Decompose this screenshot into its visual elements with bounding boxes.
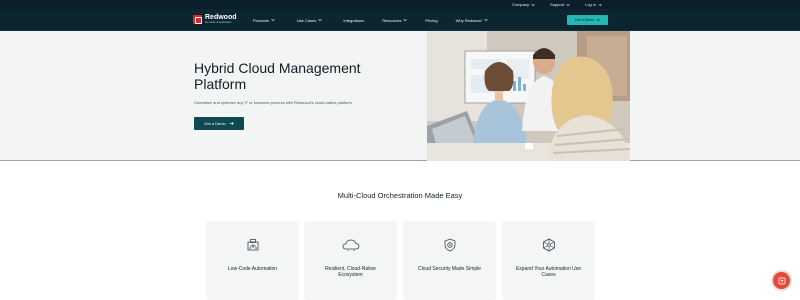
hero-button-label: Get a Demo <box>204 121 226 126</box>
feature-card-cloud-native[interactable]: Resilient, Cloud-Native Ecosystem <box>304 221 397 300</box>
nav-item-products[interactable]: Products <box>253 18 275 23</box>
logo-tagline: the future of automation <box>205 21 232 24</box>
nav-item-use-cases[interactable]: Use Cases <box>297 18 323 23</box>
company-link[interactable]: Company <box>512 2 535 7</box>
shield-icon <box>403 238 496 254</box>
card-title: Cloud Security Made Simple <box>417 266 482 272</box>
workflow-icon <box>206 238 299 254</box>
nav-item-resources[interactable]: Resources <box>382 17 408 23</box>
card-title: Low-Code Automation <box>227 266 278 272</box>
section-title: Multi-Cloud Orchestration Made Easy <box>337 191 463 200</box>
nav-item-label: Use Cases <box>296 17 317 23</box>
utility-bar: Company Support Log in <box>0 0 800 9</box>
nav-item-label: Integrations <box>343 17 365 23</box>
cloud-icon <box>304 238 397 254</box>
main-nav: Redwood the future of automation Product… <box>0 9 800 31</box>
chevron-down-icon <box>271 18 275 22</box>
feature-card-cloud-security[interactable]: Cloud Security Made Simple <box>403 221 496 300</box>
hero-get-demo-button[interactable]: Get a Demo <box>194 117 244 130</box>
nav-get-demo-button[interactable]: Get a Demo <box>567 15 608 25</box>
chevron-down-icon <box>483 18 488 22</box>
arrow-right-icon <box>596 18 600 23</box>
hero-subtitle: Centralize and optimize any IT or busine… <box>194 100 353 105</box>
hero-title: Hybrid Cloud Management Platform <box>194 60 361 92</box>
redwood-logo[interactable]: Redwood the future of automation <box>193 14 237 25</box>
arrow-right-icon <box>229 121 234 127</box>
support-link[interactable]: Support <box>550 2 570 7</box>
arrow-right-icon <box>598 3 602 7</box>
nav-cta-label: Get a Demo <box>574 18 595 22</box>
redwood-logo-icon <box>193 14 202 24</box>
nav-item-why-redwood[interactable]: Why Redwood <box>456 18 488 23</box>
chevron-down-icon <box>318 18 323 22</box>
feature-card-expand-automation[interactable]: Expand Your Automation Use Cases <box>502 221 595 300</box>
card-title: Expand Your Automation Use Cases <box>515 266 582 278</box>
logo-text: Redwood the future of automation <box>205 14 237 25</box>
logo-name: Redwood <box>205 14 237 21</box>
utility-links: Company Support Log in <box>512 0 602 9</box>
company-label: Company <box>511 2 530 7</box>
office-people-image <box>427 31 630 161</box>
chevron-down-icon <box>566 3 570 7</box>
hero-section <box>0 31 800 161</box>
nav-item-label: Pricing <box>425 17 438 23</box>
login-label: Log in <box>585 2 596 7</box>
chat-widget-button[interactable] <box>773 272 790 289</box>
nav-item-integrations[interactable]: Integrations <box>343 18 364 23</box>
network-icon <box>502 238 595 254</box>
chevron-down-icon <box>403 18 408 22</box>
nav-item-label: Why Redwood <box>455 17 482 23</box>
login-link[interactable]: Log in <box>585 2 602 7</box>
chevron-down-icon <box>531 3 535 7</box>
nav-item-label: Resources <box>382 17 402 23</box>
redwood-chat-icon <box>778 272 786 290</box>
feature-card-low-code[interactable]: Low-Code Automation <box>206 221 299 300</box>
support-label: Support <box>550 2 565 7</box>
nav-item-label: Products <box>253 17 269 23</box>
card-title: Resilient, Cloud-Native Ecosystem <box>325 266 376 278</box>
nav-menu: Products Use Cases Integrations Resource… <box>253 9 488 31</box>
nav-item-pricing[interactable]: Pricing <box>425 18 437 23</box>
hero-photo <box>427 31 630 161</box>
